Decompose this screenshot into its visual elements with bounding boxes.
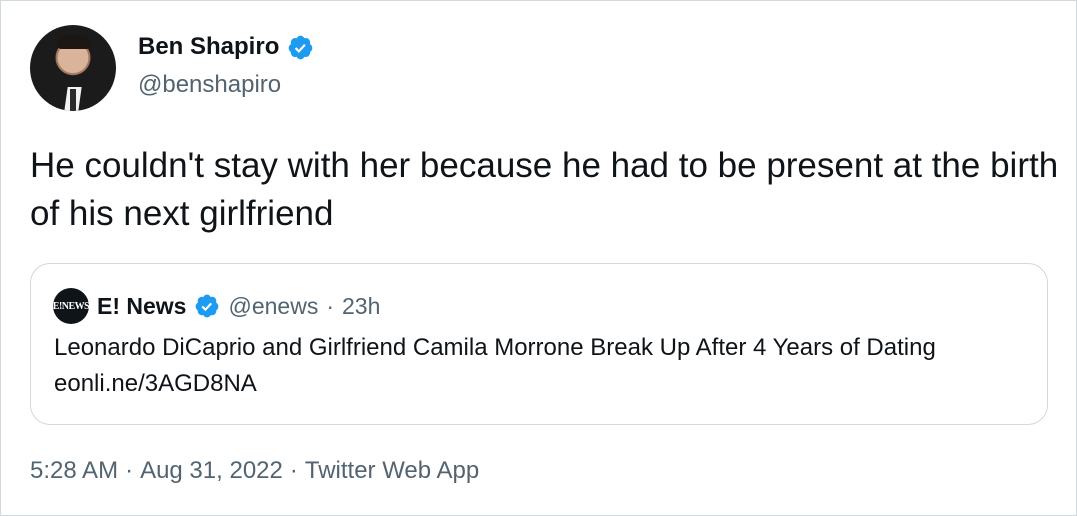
tweet-time[interactable]: 5:28 AM: [30, 456, 118, 486]
quoted-tweet-text: Leonardo DiCaprio and Girlfriend Camila …: [54, 334, 936, 397]
author-display-name[interactable]: Ben Shapiro: [138, 32, 279, 62]
tweet-date[interactable]: Aug 31, 2022: [140, 456, 283, 486]
quoted-author-handle: @enews: [228, 292, 319, 319]
meta-separator: ·: [125, 457, 134, 484]
meta-separator: ·: [289, 457, 298, 484]
quoted-author-avatar: E!NEWS: [53, 288, 90, 324]
quoted-author-name: E! News: [97, 292, 187, 319]
author-avatar[interactable]: [30, 25, 116, 111]
tweet-source[interactable]: Twitter Web App: [305, 456, 479, 486]
verified-badge-icon: [196, 294, 219, 318]
tweet-meta: 5:28 AM · Aug 31, 2022 · Twitter Web App: [30, 456, 479, 486]
quoted-tweet[interactable]: E!NEWS E! News @enews · 23h Leonardo DiC…: [30, 263, 1048, 425]
quoted-separator: ·: [326, 292, 334, 319]
tweet-card: Ben Shapiro @benshapiro He couldn't stay…: [0, 0, 1077, 516]
quoted-timestamp: 23h: [342, 292, 381, 319]
author-name-row: Ben Shapiro: [138, 32, 314, 62]
quoted-tweet-header: E!NEWS E! News @enews · 23h: [53, 288, 380, 324]
author-handle[interactable]: @benshapiro: [138, 70, 281, 100]
avatar-tie: [70, 89, 76, 111]
tweet-text: He couldn't stay with her because he had…: [30, 146, 1059, 233]
verified-badge-icon: [289, 35, 313, 59]
avatar-hair: [57, 35, 91, 49]
